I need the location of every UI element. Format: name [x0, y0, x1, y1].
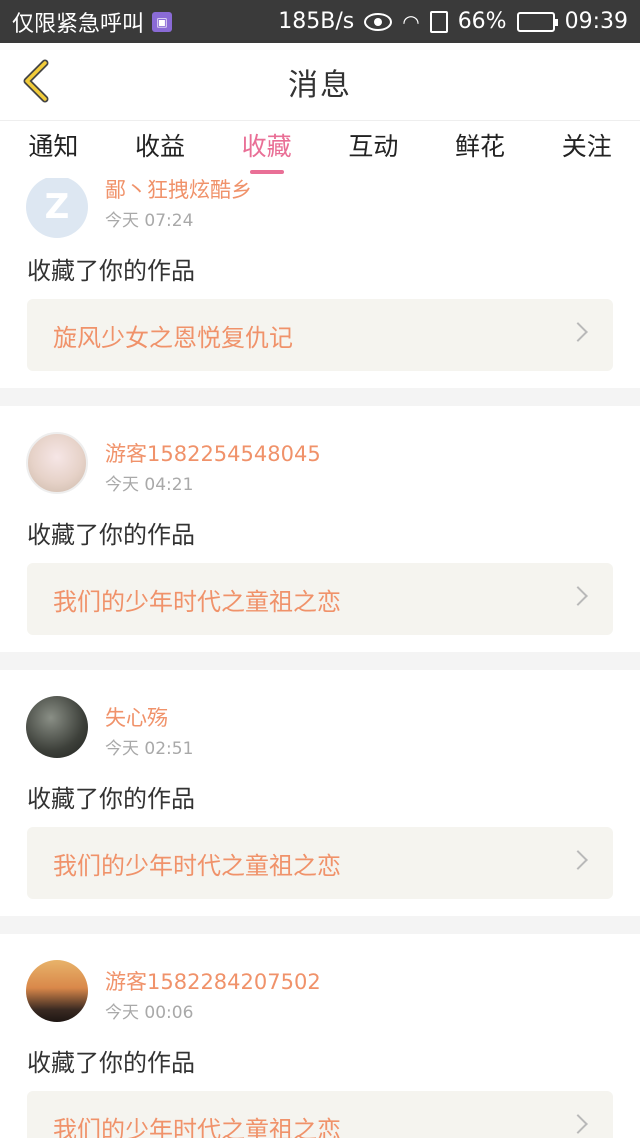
status-bar: 仅限紧急呼叫 ▣ 185B/s ◠ 66% 09:39: [0, 0, 640, 43]
message-username[interactable]: 游客1582284207502: [105, 966, 321, 996]
tab-flowers[interactable]: 鲜花: [427, 122, 534, 178]
chevron-right-icon: [568, 586, 588, 606]
wifi-icon: ◠: [402, 9, 420, 34]
message-card: Z 鄙丶狂拽炫酷乡 今天 07:24 收藏了你的作品 旋风少女之恩悦复仇记: [0, 178, 640, 388]
message-action: 收藏了你的作品: [27, 785, 195, 813]
work-link[interactable]: 我们的少年时代之童祖之恋: [27, 1091, 613, 1138]
work-title: 我们的少年时代之童祖之恋: [53, 587, 341, 616]
work-title: 我们的少年时代之童祖之恋: [53, 1115, 341, 1138]
sim-icon: ▣: [152, 11, 173, 32]
network-speed: 185B/s: [278, 9, 355, 34]
work-link[interactable]: 我们的少年时代之童祖之恋: [27, 827, 613, 899]
message-username[interactable]: 鄙丶狂拽炫酷乡: [105, 178, 252, 204]
avatar[interactable]: [26, 696, 88, 758]
tab-interactions[interactable]: 互动: [320, 122, 427, 178]
message-card: 游客1582254548045 今天 04:21 收藏了你的作品 我们的少年时代…: [0, 406, 640, 652]
qq-logo-icon: Z: [44, 187, 70, 227]
message-username[interactable]: 失心殇: [105, 702, 168, 732]
chevron-right-icon: [568, 322, 588, 342]
message-card: 游客1582284207502 今天 00:06 收藏了你的作品 我们的少年时代…: [0, 934, 640, 1138]
chevron-left-icon: [23, 59, 49, 103]
carrier-label: 仅限紧急呼叫: [12, 11, 145, 37]
work-title: 旋风少女之恩悦复仇记: [53, 323, 293, 352]
clock: 09:39: [564, 9, 628, 34]
message-time: 今天 07:24: [105, 211, 194, 231]
work-link[interactable]: 我们的少年时代之童祖之恋: [27, 563, 613, 635]
avatar[interactable]: [26, 960, 88, 1022]
back-button[interactable]: [14, 57, 58, 105]
tab-follows[interactable]: 关注: [533, 122, 640, 178]
page-title: 消息: [288, 67, 352, 103]
tab-favorites[interactable]: 收藏: [213, 122, 320, 178]
battery-icon: [516, 11, 558, 32]
tab-notifications[interactable]: 通知: [0, 122, 107, 178]
message-list[interactable]: Z 鄙丶狂拽炫酷乡 今天 07:24 收藏了你的作品 旋风少女之恩悦复仇记 游客…: [0, 178, 640, 1138]
message-action: 收藏了你的作品: [27, 521, 195, 549]
message-username[interactable]: 游客1582254548045: [105, 438, 321, 468]
message-action: 收藏了你的作品: [27, 1049, 195, 1077]
tab-earnings[interactable]: 收益: [107, 122, 214, 178]
avatar[interactable]: Z: [26, 178, 88, 238]
battery-percent: 66%: [457, 9, 507, 34]
message-card: 失心殇 今天 02:51 收藏了你的作品 我们的少年时代之童祖之恋: [0, 670, 640, 916]
message-time: 今天 00:06: [105, 1003, 194, 1023]
avatar[interactable]: [26, 432, 88, 494]
tab-bar: 通知 收益 收藏 互动 鲜花 关注: [0, 122, 640, 178]
chevron-right-icon: [568, 1114, 588, 1134]
eye-icon: [364, 12, 393, 31]
message-action: 收藏了你的作品: [27, 257, 195, 285]
work-title: 我们的少年时代之童祖之恋: [53, 851, 341, 880]
chevron-right-icon: [568, 850, 588, 870]
work-link[interactable]: 旋风少女之恩悦复仇记: [27, 299, 613, 371]
sim-card-icon: [429, 10, 448, 33]
header: 消息: [0, 43, 640, 121]
message-time: 今天 02:51: [105, 739, 194, 759]
message-time: 今天 04:21: [105, 475, 194, 495]
